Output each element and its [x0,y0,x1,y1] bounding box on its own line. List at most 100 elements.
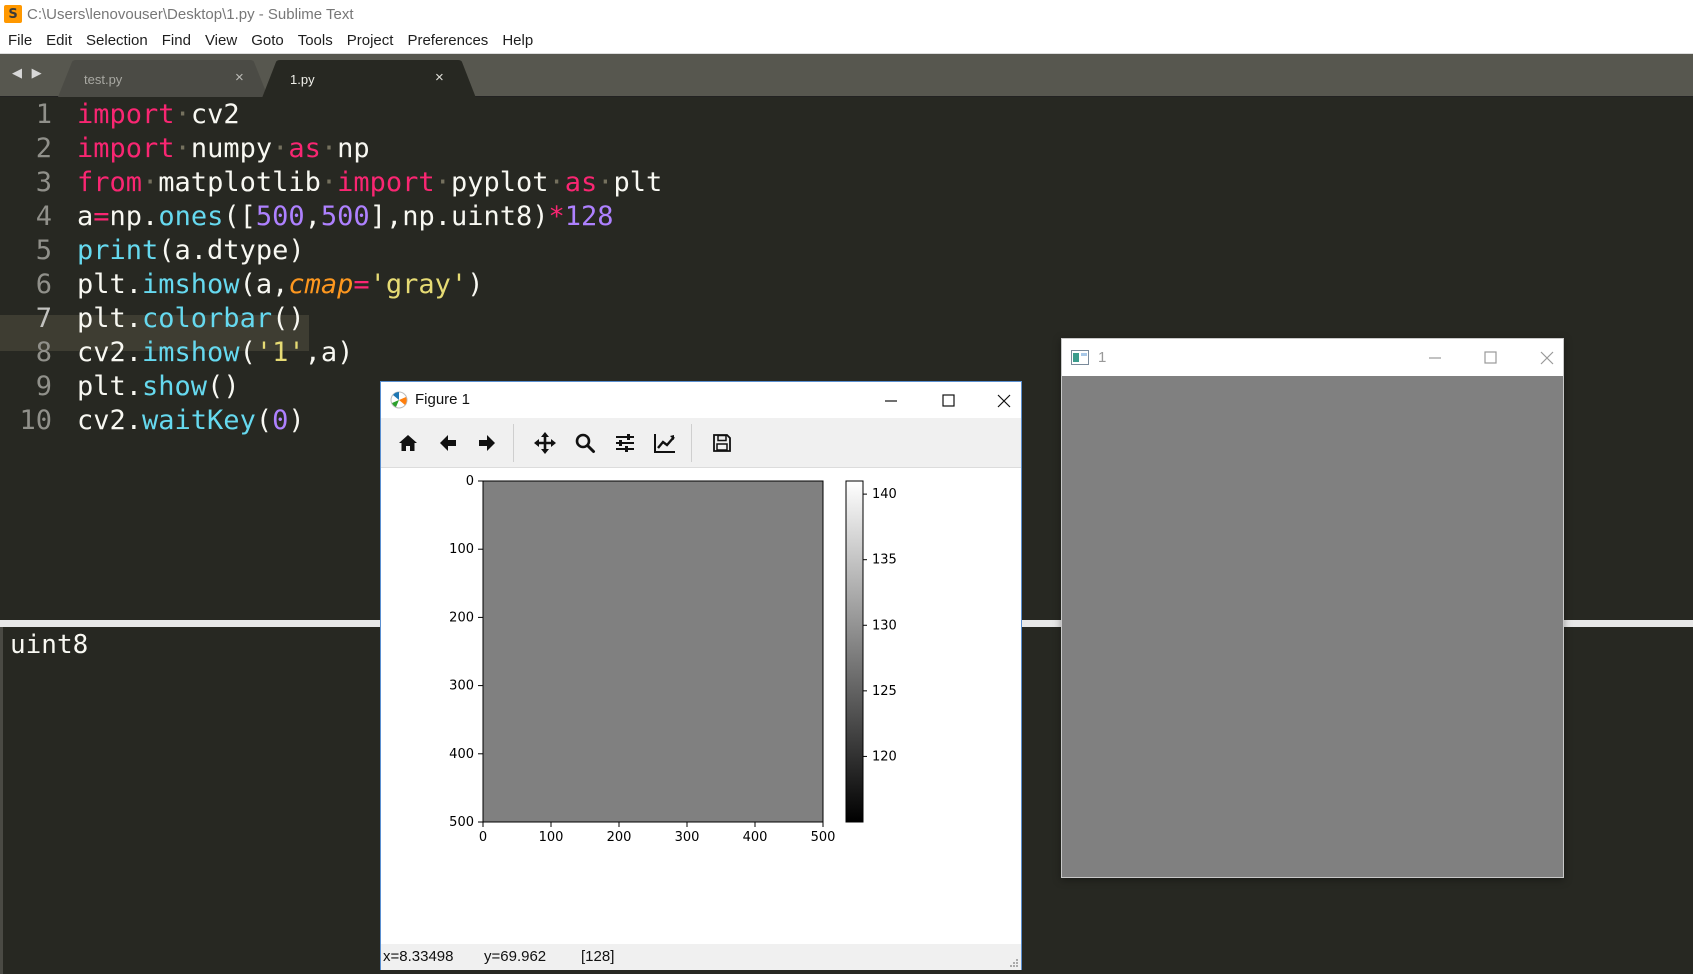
menu-view[interactable]: View [197,32,243,49]
keyword: import [77,133,175,164]
opencv-image[interactable] [1062,376,1563,877]
menu-help[interactable]: Help [494,32,539,49]
opencv-window: 1 [1061,338,1564,878]
punctuation: ,a) [304,337,354,368]
maximize-icon[interactable] [925,388,971,414]
line-number: 3 [35,167,52,198]
whitespace-dot: · [434,167,451,198]
code-line-2: 2 import·numpy·as·np [0,131,1693,167]
pan-icon[interactable] [531,429,559,457]
keyword: as [564,167,598,198]
identifier: a [77,201,94,232]
menu-preferences[interactable]: Preferences [399,32,494,49]
line-number: 1 [35,99,52,130]
identifier: cv2. [77,337,143,368]
menu-edit[interactable]: Edit [38,32,78,49]
menu-selection[interactable]: Selection [78,32,154,49]
line-number: 10 [19,405,52,436]
identifier: numpy [190,133,273,164]
figure-title-bar[interactable]: Figure 1 [381,382,1021,418]
whitespace-dot: · [142,167,159,198]
opencv-title-bar[interactable]: 1 [1062,339,1563,376]
y-tick-label: 200 [449,610,474,625]
title-bar: S C:\Users\lenovouser\Desktop\1.py - Sub… [0,0,1693,28]
punctuation: () [207,371,240,402]
zoom-icon[interactable] [571,429,599,457]
back-arrow-icon[interactable] [434,429,462,457]
line-number: 8 [35,337,52,368]
menu-bar: File Edit Selection Find View Goto Tools… [0,28,1693,54]
y-tick-label: 400 [449,747,474,762]
punctuation: ) [467,269,484,300]
menu-file[interactable]: File [0,32,38,49]
sublime-text-icon: S [4,5,22,23]
identifier: plt. [77,371,143,402]
subplots-icon[interactable] [611,429,639,457]
tab-nav-arrows-icon[interactable]: ◀ ▶ [12,65,45,81]
figure-canvas[interactable]: 0 100 200 300 400 500 0 100 200 300 400 500 140 135 13… [381,469,1021,944]
colorbar-tick-label: 125 [872,684,897,699]
colorbar [845,480,864,823]
function-name: show [142,371,208,402]
tab-test-py[interactable]: test.py × [58,60,268,97]
x-tick-label: 500 [811,830,836,845]
tab-close-icon[interactable]: × [435,69,444,86]
identifier: plt. [77,303,143,334]
tab-close-icon[interactable]: × [235,69,244,86]
colorbar-tick-label: 120 [872,749,897,764]
code-line-3: 3 from·matplotlib·import·pyplot·as·plt [0,165,1693,201]
line-number: 6 [35,269,52,300]
figure-status-bar: x=8.33498 y=69.962 [128] [381,944,1021,970]
pixel-value-readout: [128] [581,948,615,965]
maximize-icon[interactable] [1467,345,1513,371]
whitespace-dot: · [272,133,289,164]
whitespace-dot: · [597,167,614,198]
keyword: as [288,133,321,164]
identifier: plt. [77,269,143,300]
x-tick-label: 200 [607,830,632,845]
punctuation: ( [255,405,273,436]
keyword: import [77,99,175,130]
menu-tools[interactable]: Tools [290,32,339,49]
minimize-icon[interactable] [868,388,914,414]
string: 'gray' [369,269,468,300]
cursor-x-readout: x=8.33498 [383,948,454,965]
forward-arrow-icon[interactable] [473,429,501,457]
close-icon[interactable] [981,388,1027,414]
menu-find[interactable]: Find [154,32,197,49]
function-name: waitKey [142,405,256,436]
window-title: C:\Users\lenovouser\Desktop\1.py - Subli… [27,5,354,23]
home-icon[interactable] [394,429,422,457]
function-name: colorbar [142,303,273,334]
colorbar-tick-label: 140 [872,487,897,502]
menu-goto[interactable]: Goto [243,32,290,49]
y-tick-label: 100 [449,542,474,557]
resize-grip-icon[interactable] [1009,958,1019,968]
save-icon[interactable] [708,429,736,457]
code-line-6: 6 plt.imshow(a,cmap='gray') [0,267,1693,303]
function-name: print [77,235,159,266]
line-number: 5 [35,235,52,266]
function-name: ones [158,201,224,232]
matplotlib-icon [390,391,408,409]
code-line-1: 1 import·cv2 [0,97,1693,133]
edit-curves-icon[interactable] [651,429,679,457]
figure-toolbar [381,418,1021,468]
number: 500 [320,201,370,232]
code-line-4: 4 a=np.ones([500,500],np.uint8)*128 [0,199,1693,235]
x-tick-label: 100 [539,830,564,845]
y-tick-label: 0 [466,474,474,489]
string: '1' [255,337,305,368]
heatmap-chart[interactable]: 0 100 200 300 400 500 0 100 200 300 400 500 140 135 13… [381,469,1021,944]
close-icon[interactable] [1524,345,1570,371]
whitespace-dot: · [174,99,191,130]
tab-1-py[interactable]: 1.py × [262,60,476,98]
parameter: cmap [288,269,354,300]
menu-project[interactable]: Project [339,32,400,49]
minimize-icon[interactable] [1412,345,1458,371]
whitespace-dot: · [320,167,338,198]
punctuation: ],np.uint8) [369,201,549,232]
code-line-5: 5 print(a.dtype) [0,233,1693,269]
window-app-icon [1071,350,1089,365]
x-tick-label: 300 [675,830,700,845]
